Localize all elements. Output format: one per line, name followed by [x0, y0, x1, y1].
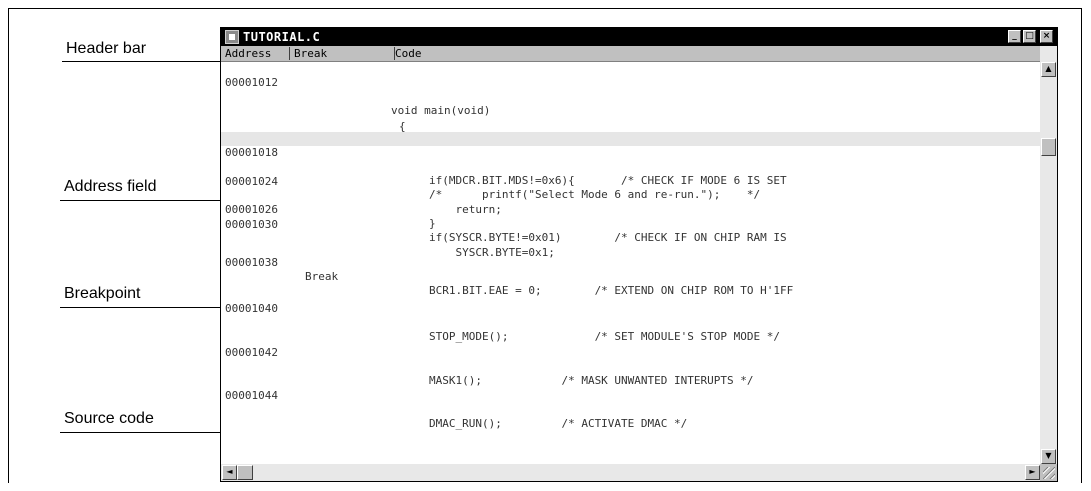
- source-window: TUTORIAL.C _ □ × Address Break Code 0000…: [220, 27, 1058, 482]
- window-title: TUTORIAL.C: [243, 30, 321, 44]
- address-cell: 00001038: [225, 256, 278, 269]
- address-cell: 00001040: [225, 302, 278, 315]
- callout-header-bar: Header bar: [66, 40, 147, 57]
- code-line-breakpoint[interactable]: 00001038 Break BCR1.BIT.EAE = 0; /* EXTE…: [221, 242, 1040, 297]
- scroll-left-arrow-icon[interactable]: ◄: [222, 465, 237, 480]
- code-line[interactable]: 00001026 if(SYSCR.BYTE!=0x01) /* CHECK I…: [221, 189, 1040, 244]
- resize-corner[interactable]: [1040, 464, 1057, 481]
- column-header-bar: Address Break Code: [221, 46, 1040, 62]
- resize-grip-icon[interactable]: [1043, 467, 1055, 479]
- app-icon[interactable]: [225, 30, 239, 44]
- code-line[interactable]: 00001042 MASK1(); /* MASK UNWANTED INTER…: [221, 332, 1040, 387]
- vertical-scrollbar[interactable]: ▲ ▼: [1040, 46, 1057, 464]
- scroll-right-arrow-icon[interactable]: ►: [1025, 465, 1040, 480]
- horizontal-scroll-thumb[interactable]: [237, 465, 253, 480]
- callout-address-field: Address field: [64, 178, 157, 195]
- horizontal-scrollbar[interactable]: ◄ ►: [221, 464, 1040, 481]
- code-line[interactable]: {: [221, 78, 1040, 133]
- column-header-code[interactable]: Code: [391, 46, 422, 61]
- code-line[interactable]: 00001024 return;: [221, 161, 1040, 216]
- source-code-text: DMAC_RUN(); /* ACTIVATE DMAC */: [429, 417, 688, 430]
- vertical-scroll-thumb[interactable]: [1041, 138, 1056, 156]
- callout-line-header-bar: [62, 61, 230, 62]
- column-header-address[interactable]: Address: [221, 46, 289, 61]
- column-header-break[interactable]: Break: [290, 46, 394, 61]
- callout-breakpoint: Breakpoint: [64, 285, 141, 302]
- address-cell: 00001030: [225, 218, 278, 231]
- code-area[interactable]: 00001012 void main(void) { 00001018 if(M…: [221, 62, 1040, 464]
- callout-source-code: Source code: [64, 410, 154, 427]
- maximize-button[interactable]: □: [1023, 30, 1036, 43]
- code-line[interactable]: 00001030 SYSCR.BYTE=0x1;: [221, 204, 1040, 259]
- code-line[interactable]: 00001012 void main(void): [221, 62, 1040, 117]
- address-cell: 00001044: [225, 389, 278, 402]
- scroll-down-arrow-icon[interactable]: ▼: [1041, 449, 1056, 464]
- source-code-text: void main(void): [391, 104, 491, 117]
- address-cell: 00001042: [225, 346, 278, 359]
- source-code-text: }: [429, 217, 436, 230]
- code-line[interactable]: 00001044 DMAC_RUN(); /* ACTIVATE DMAC */: [221, 375, 1040, 430]
- code-line[interactable]: }: [221, 175, 1040, 230]
- code-line-current[interactable]: 00001018 if(MDCR.BIT.MDS!=0x6){ /* CHECK…: [221, 132, 1040, 187]
- breakpoint-marker[interactable]: Break: [305, 270, 338, 284]
- title-bar[interactable]: TUTORIAL.C _ □ ×: [221, 28, 1057, 46]
- code-line[interactable]: 00001040 STOP_MODE(); /* SET MODULE'S ST…: [221, 288, 1040, 343]
- close-button[interactable]: ×: [1040, 30, 1053, 43]
- scroll-up-arrow-icon[interactable]: ▲: [1041, 62, 1056, 77]
- code-line[interactable]: /* printf("Select Mode 6 and re-run."); …: [221, 146, 1040, 201]
- minimize-button[interactable]: _: [1008, 30, 1021, 43]
